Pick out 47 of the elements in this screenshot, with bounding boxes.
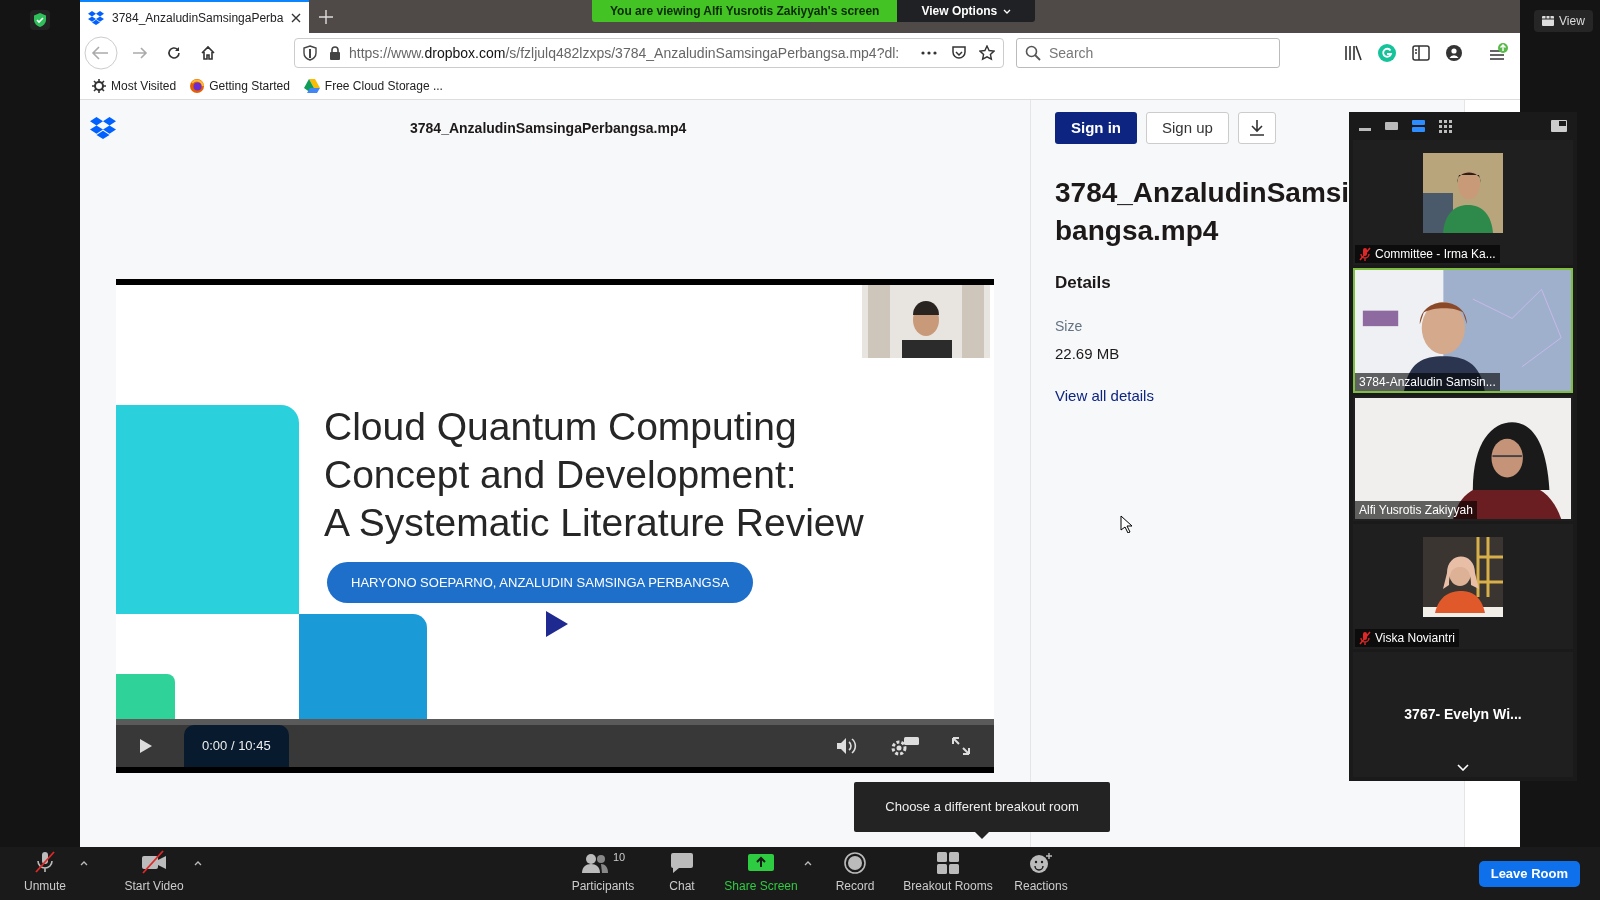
author-banner: HARYONO SOEPARNO, ANZALUDIN SAMSINGA PERBANGSA xyxy=(327,562,754,603)
participant-name: 3767- Evelyn Wi... xyxy=(1404,705,1522,724)
search-field[interactable]: Search xyxy=(1016,38,1280,68)
bookmark-link[interactable]: Free Cloud Storage ... xyxy=(324,77,443,95)
detail-label: Size xyxy=(1055,316,1084,336)
toolbar-button[interactable]: Breakout Rooms xyxy=(898,847,998,900)
participant-count: 10 xyxy=(612,852,626,863)
sign-in-button[interactable]: Sign in xyxy=(1055,112,1137,144)
sign-up-button[interactable]: Sign up xyxy=(1146,112,1229,144)
participant-name: Viska Noviantri xyxy=(1375,630,1455,647)
url-text: https://www.dropbox.com/s/fzljulq482lzxps/3784_AnzaludinSamsingaPerbangsa.mp4?dl: xyxy=(349,43,901,63)
toolbar-button[interactable]: Chat xyxy=(646,847,718,900)
toolbar-button[interactable]: Record xyxy=(812,847,898,900)
tooltip: Choose a different breakout room xyxy=(854,782,1110,832)
video-tile[interactable]: Committee - Irma Ka... xyxy=(1353,140,1573,265)
toolbar-button[interactable]: 10 Participants xyxy=(560,847,646,900)
view-details-link[interactable]: View all details xyxy=(1055,385,1154,408)
tab-title: 3784_AnzaludinSamsingaPerba xyxy=(112,9,284,27)
video-tile[interactable]: 3767- Evelyn Wi... xyxy=(1353,652,1573,777)
participant-name: Alfi Yusrotis Zakiyyah xyxy=(1359,502,1473,519)
slide-title: A Systematic Literature Review xyxy=(324,500,864,546)
toolbar-button[interactable]: Reactions xyxy=(998,847,1084,900)
view-options-button[interactable]: View Options xyxy=(897,0,1036,22)
video-tile[interactable]: 3784-Anzaludin Samsin... xyxy=(1353,268,1573,393)
view-button[interactable]: View xyxy=(1534,10,1593,32)
video-tile[interactable]: Alfi Yusrotis Zakiyyah xyxy=(1353,396,1573,521)
browser-tab[interactable]: 3784_AnzaludinSamsingaPerba xyxy=(80,0,310,33)
file-heading: 3784_AnzaludinSamsi xyxy=(1055,176,1351,210)
toolbar-button[interactable]: Start Video xyxy=(114,847,194,900)
time-display: 0:00 / 10:45 xyxy=(184,725,289,767)
share-screen-button[interactable]: Share Screen xyxy=(718,847,804,900)
bookmark-link[interactable]: Most Visited xyxy=(111,77,177,95)
toolbar-button[interactable]: Unmute xyxy=(10,847,80,900)
file-heading: bangsa.mp4 xyxy=(1055,214,1220,248)
participant-name: Committee - Irma Ka... xyxy=(1375,246,1496,263)
video-player[interactable]: Cloud Quantum Computing Concept and Development: A Systematic Literature Review HARYONO SOEPARNO, ANZALUDIN SAMSINGA PERBANGSA 0:00 / 10:45 xyxy=(116,279,994,773)
file-title: 3784_AnzaludinSamsingaPerbangsa.mp4 xyxy=(410,118,687,138)
slide-title: Cloud Quantum Computing xyxy=(324,404,798,450)
bookmark-link[interactable]: Getting Started xyxy=(209,77,290,95)
section-heading: Details xyxy=(1055,272,1112,294)
detail-value: 22.69 MB xyxy=(1055,343,1121,364)
participant-name: 3784-Anzaludin Samsin... xyxy=(1359,374,1496,391)
address-bar[interactable]: https://www.dropbox.com/s/fzljulq482lzxps/3784_AnzaludinSamsingaPerbangsa.mp4?dl: xyxy=(294,38,1004,68)
screen-share-banner: You are viewing Alfi Yusrotis Zakiyyah's screen xyxy=(592,0,898,22)
video-tile[interactable]: Viska Noviantri xyxy=(1353,524,1573,649)
slide-title: Concept and Development: xyxy=(324,452,798,498)
leave-room-button[interactable]: Leave Room xyxy=(1478,860,1580,887)
